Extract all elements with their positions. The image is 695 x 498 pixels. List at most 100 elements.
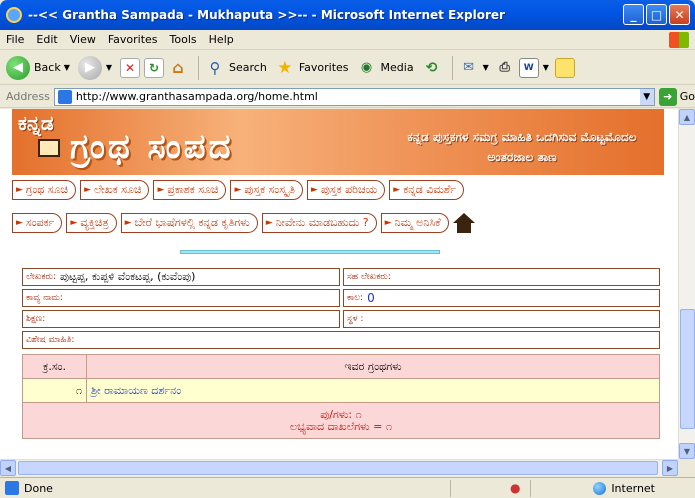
nav-kannada-review[interactable]: ► ಕನ್ನಡ ವಿಮರ್ಶೆ [389,180,464,200]
security-zone: Internet [593,480,655,497]
toolbar-separator [198,55,200,80]
nav-other-languages[interactable]: ► ಬೇರೆ ಭಾಷೆಗಳಲ್ಲಿ ಕನ್ನಡ ಕೃತಿಗಳು [120,213,258,233]
page-icon [57,89,72,104]
row-number: ೧ [22,378,87,403]
address-label: Address [6,90,50,103]
toolbar-separator [451,55,453,80]
edit-dropdown-icon[interactable]: ▼ [543,63,549,72]
footer-cell: ಪು/ಗಳು: ೧ ಲಭ್ಯವಾದ ದಾಖಲೆಗಳು = ೧ [22,402,660,439]
bullet-icon: ► [234,185,242,195]
nav-what-you-can-do[interactable]: ► ನೀವೇನು ಮಾಡಬಹುದು ? [261,213,377,233]
status-bar: Done ● Internet [0,477,695,498]
media-icon: ◉ [360,60,373,75]
native-cell: ಸ್ಥಳ : [343,310,660,328]
folder-icon[interactable] [554,57,575,78]
back-button[interactable]: ◀ Back ▼ [6,55,70,80]
nav-label: ಪುಸ್ತಕ ಪರಿಚಯ [320,183,378,196]
address-dropdown-icon[interactable]: ▼ [639,88,654,105]
nav-publisher-index[interactable]: ► ಪ್ರಕಾಶಕ ಸೂಚಿ [153,180,227,200]
footer-pages: ಪು/ಗಳು: ೧ [320,407,362,421]
stop-icon[interactable]: ✕ [120,57,141,78]
horizontal-scroll-thumb[interactable] [18,461,658,475]
nav-contact[interactable]: ► ಸಂಪರ್ಕ [12,213,63,233]
refresh-icon[interactable]: ↻ [144,57,165,78]
info-row: ಲೇಖಕರು: ಪುಟ್ಟಪ್ಪ, ಕುಪ್ಪಳಿ ವೆಂಕಟಪ್ಪ, (ಕುವ… [22,268,660,286]
scroll-left-icon[interactable]: ◀ [0,460,16,476]
menu-edit[interactable]: Edit [36,33,57,46]
home-button-icon[interactable]: ⌂ [168,58,188,78]
nav-label: ನೀವೇನು ಮಾಡಬಹುದು ? [275,216,369,229]
vertical-scroll-thumb[interactable] [680,309,695,429]
author-label: ಲೇಖಕರು: [26,272,57,282]
menu-help[interactable]: Help [209,33,234,46]
bullet-icon: ► [265,218,273,228]
bullet-icon: ► [84,185,91,195]
back-dropdown-icon: ▼ [63,63,70,72]
forward-button[interactable]: ▶ ▼ [77,55,113,80]
address-url: http://www.granthasampada.org/home.html [75,90,318,103]
favorites-button[interactable]: ★ Favorites [275,57,348,78]
education-label: ಶಿಕ್ಷಣ: [26,314,46,324]
scroll-down-icon[interactable]: ▼ [679,443,695,459]
bullet-icon: ► [157,185,165,195]
nav-home[interactable] [452,213,475,233]
history-icon[interactable]: ⟲ [422,58,442,78]
mail-dropdown-icon[interactable]: ▼ [483,63,489,72]
nav-label: ಪ್ರಕಾಶಕ ಸೂಚಿ [167,183,219,196]
nav-label: ಸಂಪರ್ಕ [25,216,55,229]
bullet-icon: ► [16,185,23,195]
forward-arrow-icon: ▶ [77,55,102,80]
search-button[interactable]: ⚲ Search [205,58,267,78]
nav-row-2: ► ಸಂಪರ್ಕ ► ವ್ಯಕ್ತಿಚಿತ್ರ ► ಬೇರೆ ಭಾಷೆಗಳಲ್ಲಿ ಕ… [12,212,664,234]
search-icon: ⚲ [209,58,221,77]
minimize-button[interactable]: _ [623,4,644,25]
status-pane-divider [530,480,531,497]
nav-feedback[interactable]: ► ನಿಮ್ಮ ಅನಿಸಿಕೆ [380,213,449,233]
nav-book-culture[interactable]: ► ಪುಸ್ತಕ ಸಂಸ್ಕೃತಿ [230,180,303,200]
go-button[interactable]: ➜ Go [658,87,695,106]
col-header-number: ಕ್ರ.ಸಂ. [22,354,87,379]
scroll-right-icon[interactable]: ▶ [662,460,678,476]
table-row: ೧ ಶ್ರೀ ರಾಮಾಯಣ ದರ್ಶನಂ [22,378,660,403]
native-label: ಸ್ಥಳ : [347,314,364,324]
edit-icon[interactable]: W [518,57,539,78]
bullet-icon: ► [384,218,392,228]
ie-icon [6,7,22,23]
print-icon[interactable]: ⎙ [495,58,515,78]
nav-label: ಕನ್ನಡ ವಿಮರ್ಶೆ [403,183,456,196]
author-value: ಪುಟ್ಟಪ್ಪ, ಕುಪ್ಪಳಿ ವೆಂಕಟಪ್ಪ, (ಕುವೆಂಪು) [60,270,196,283]
menu-tools[interactable]: Tools [170,33,197,46]
special-info-cell: ವಿಶೇಷ ಮಾಹಿತಿ: [22,331,660,349]
address-input[interactable]: http://www.granthasampada.org/home.html … [53,87,655,106]
nav-profile[interactable]: ► ವ್ಯಕ್ತಿಚಿತ್ರ [66,213,117,233]
coauthor-cell: ಸಹ ಲೇಖಕರು: [343,268,660,286]
horizontal-scrollbar[interactable]: ◀ ▶ [0,459,678,476]
nav-author-index[interactable]: ► ಲೇಖಕ ಸೂಚಿ [80,180,150,200]
forward-dropdown-icon: ▼ [105,63,113,72]
period-value: 0 [367,291,375,305]
home-icon [452,213,475,233]
menu-favorites[interactable]: Favorites [108,33,158,46]
col-header-books: ಇವರ ಗ್ರಂಥಗಳು [86,354,660,379]
nav-book-index[interactable]: ► ಗ್ರಂಥ ಸೂಚಿ [12,180,77,200]
page-viewport: ಕನ್ನಡ ಗ್ರಂಥ ಸಂಪದ ಕನ್ನಡ ಪುಸ್ತಕಗಳ ಸಮಗ್ರ ಮಾ… [0,109,678,459]
window-title-bar[interactable]: --<< Grantha Sampada - Mukhaputa >>-- - … [0,0,695,30]
star-icon: ★ [277,57,293,78]
go-arrow-icon: ➜ [658,87,677,106]
media-label: Media [380,61,414,74]
close-button[interactable]: ✕ [669,4,690,25]
media-button[interactable]: ◉ Media [357,58,414,78]
menu-file[interactable]: File [6,33,24,46]
status-pane-divider [450,480,451,497]
maximize-button[interactable]: □ [646,4,667,25]
nav-book-intro[interactable]: ► ಪುಸ್ತಕ ಪರಿಚಯ [307,180,386,200]
scroll-up-icon[interactable]: ▲ [679,109,695,125]
address-bar: Address http://www.granthasampada.org/ho… [0,86,695,108]
menu-view[interactable]: View [70,33,96,46]
row-book-title[interactable]: ಶ್ರೀ ರಾಮಾಯಣ ದರ್ಶನಂ [86,378,660,403]
mail-icon[interactable]: ✉ [459,58,479,78]
back-arrow-icon: ◀ [6,55,30,80]
vertical-scrollbar[interactable]: ▲ ▼ [678,109,695,459]
bullet-icon: ► [311,185,318,195]
page-done-icon [5,481,19,495]
